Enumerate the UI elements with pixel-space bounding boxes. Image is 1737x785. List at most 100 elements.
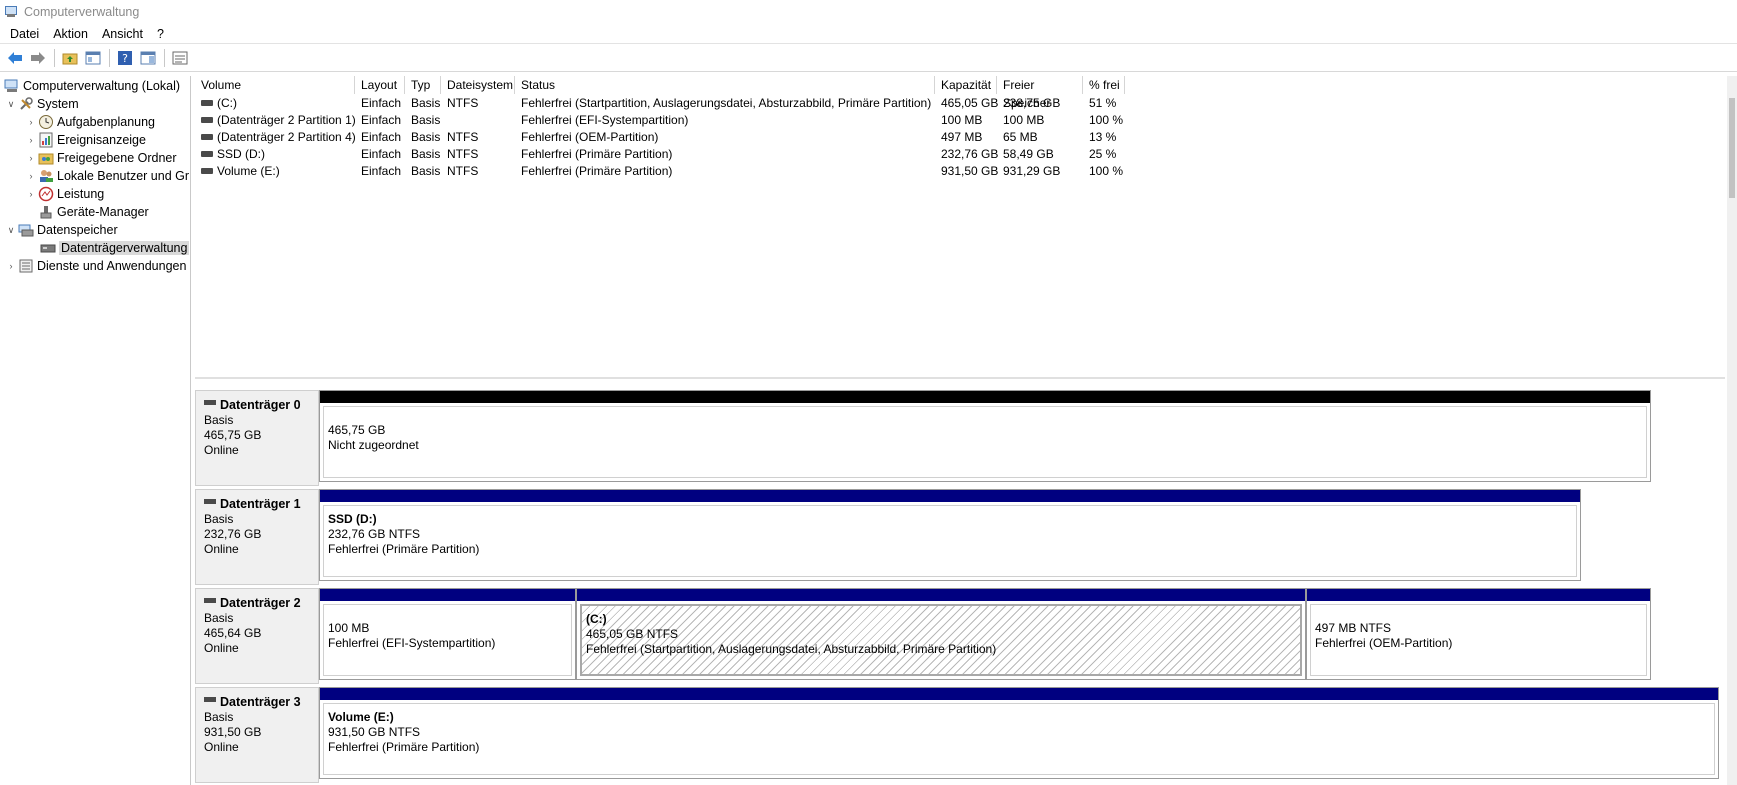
- cell-freier-speicher: 100 MB: [1003, 113, 1045, 127]
- partition-oem[interactable]: 497 MB NTFS Fehlerfrei (OEM-Partition): [1306, 588, 1651, 680]
- disk-state: Online: [204, 740, 239, 754]
- title-bar: Computerverwaltung: [0, 0, 1737, 24]
- svg-text:?: ?: [122, 52, 128, 65]
- cell-freier-speicher: 931,29 GB: [1003, 164, 1061, 178]
- table-row[interactable]: (Datenträger 2 Partition 1) Einfach Basi…: [195, 112, 1725, 129]
- table-row[interactable]: (Datenträger 2 Partition 4) Einfach Basi…: [195, 129, 1725, 146]
- partition-efi[interactable]: 100 MB Fehlerfrei (EFI-Systempartition): [319, 588, 576, 680]
- help-icon: ?: [118, 51, 132, 65]
- disk-size: 931,50 GB: [204, 725, 262, 739]
- tree-label-dienste: Dienste und Anwendungen: [37, 259, 187, 273]
- cell-dateisystem: NTFS: [447, 147, 479, 161]
- partition-c[interactable]: (C:) 465,05 GB NTFS Fehlerfrei (Startpar…: [576, 588, 1306, 680]
- cell-status: Fehlerfrei (Primäre Partition): [521, 147, 673, 161]
- tree-item-datentraegerverwaltung[interactable]: Datenträgerverwaltung: [40, 239, 190, 257]
- partition-unallocated[interactable]: 465,75 GB Nicht zugeordnet: [319, 390, 1651, 482]
- users-icon: [38, 168, 54, 184]
- cell-typ: Basis: [411, 130, 441, 144]
- help-button[interactable]: ?: [114, 47, 136, 69]
- tree-item-dienste[interactable]: › Dienste und Anwendungen: [4, 257, 187, 275]
- disk-row-1[interactable]: Datenträger 1 Basis 232,76 GB Online SSD…: [195, 489, 1725, 585]
- back-button[interactable]: [4, 47, 26, 69]
- menu-datei[interactable]: Datei: [3, 24, 46, 44]
- tree-item-leistung[interactable]: › Leistung: [24, 185, 104, 203]
- up-folder-button[interactable]: [59, 47, 81, 69]
- table-row[interactable]: SSD (D:) Einfach Basis NTFS Fehlerfrei (…: [195, 146, 1725, 163]
- cell-kapazitaet: 497 MB: [941, 130, 983, 144]
- chevron-right-icon[interactable]: ›: [24, 133, 38, 147]
- disk-row-0[interactable]: Datenträger 0 Basis 465,75 GB Online 465…: [195, 390, 1725, 486]
- chevron-right-icon[interactable]: ›: [24, 115, 38, 129]
- column-header-prozent-frei[interactable]: % frei: [1083, 76, 1125, 94]
- tree-item-root[interactable]: Computerverwaltung (Lokal): [4, 77, 180, 95]
- partition-size: 100 MB: [328, 621, 370, 635]
- chevron-right-icon[interactable]: ›: [24, 169, 38, 183]
- vertical-scrollbar[interactable]: [1727, 76, 1737, 785]
- partition-body: 465,75 GB Nicht zugeordnet: [323, 406, 1647, 478]
- tree-item-geraete-manager[interactable]: Geräte-Manager: [38, 203, 149, 221]
- column-header-typ[interactable]: Typ: [405, 76, 441, 94]
- menu-aktion[interactable]: Aktion: [46, 24, 95, 44]
- volume-icon: [201, 99, 213, 106]
- disk-state: Online: [204, 443, 239, 457]
- column-header-status[interactable]: Status: [515, 76, 935, 94]
- computer-management-icon: [4, 78, 20, 94]
- partition-bar: [320, 589, 575, 601]
- tree-label-datentraegerverwaltung: Datenträgerverwaltung: [59, 241, 190, 255]
- partition-title: SSD (D:): [328, 512, 377, 526]
- partition-ssd-d[interactable]: SSD (D:) 232,76 GB NTFS Fehlerfrei (Prim…: [319, 489, 1581, 581]
- tree-item-datenspeicher[interactable]: ∨ Datenspeicher: [4, 221, 118, 239]
- cell-status: Fehlerfrei (Primäre Partition): [521, 164, 673, 178]
- table-row[interactable]: (C:) Einfach Basis NTFS Fehlerfrei (Star…: [195, 95, 1725, 112]
- disk-info[interactable]: Datenträger 2 Basis 465,64 GB Online: [195, 588, 319, 684]
- disk-size: 232,76 GB: [204, 527, 262, 541]
- tree-label-lokale-benutzer: Lokale Benutzer und Gr: [57, 169, 190, 183]
- partition-status: Fehlerfrei (Startpartition, Auslagerungs…: [586, 642, 997, 656]
- partition-volume-e[interactable]: Volume (E:) 931,50 GB NTFS Fehlerfrei (P…: [319, 687, 1719, 779]
- cell-status: Fehlerfrei (EFI-Systempartition): [521, 113, 689, 127]
- disk-icon: [204, 499, 216, 504]
- chevron-right-icon[interactable]: ›: [24, 187, 38, 201]
- disk-name: Datenträger 1: [204, 497, 310, 512]
- disk-name: Datenträger 2: [204, 596, 310, 611]
- disk-row-2[interactable]: Datenträger 2 Basis 465,64 GB Online 100…: [195, 588, 1725, 684]
- tree-item-ereignisanzeige[interactable]: › Ereignisanzeige: [24, 131, 146, 149]
- chevron-down-icon[interactable]: ∨: [4, 223, 18, 237]
- cell-kapazitaet: 931,50 GB: [941, 164, 999, 178]
- disk-info[interactable]: Datenträger 0 Basis 465,75 GB Online: [195, 390, 319, 486]
- chevron-right-icon[interactable]: ›: [4, 259, 18, 273]
- action-pane-icon: [140, 51, 156, 65]
- toolbar-separator: [54, 49, 55, 67]
- tree-item-aufgabenplanung[interactable]: › Aufgabenplanung: [24, 113, 155, 131]
- column-header-layout[interactable]: Layout: [355, 76, 405, 94]
- chevron-right-icon[interactable]: ›: [24, 151, 38, 165]
- scrollbar-thumb[interactable]: [1729, 98, 1735, 198]
- menu-help[interactable]: ?: [150, 24, 171, 44]
- column-header-kapazitaet[interactable]: Kapazität: [935, 76, 997, 94]
- table-row[interactable]: Volume (E:) Einfach Basis NTFS Fehlerfre…: [195, 163, 1725, 180]
- column-header-volume[interactable]: Volume: [195, 76, 355, 94]
- chevron-down-icon[interactable]: ∨: [4, 97, 18, 111]
- disk-icon: [204, 598, 216, 603]
- tree-item-freigegebene-ordner[interactable]: › Freigegebene Ordner: [24, 149, 177, 167]
- disk-row-3[interactable]: Datenträger 3 Basis 931,50 GB Online Vol…: [195, 687, 1725, 783]
- tree-label-root: Computerverwaltung (Lokal): [23, 79, 181, 93]
- tree-item-lokale-benutzer[interactable]: › Lokale Benutzer und Gr: [24, 167, 190, 185]
- disk-info[interactable]: Datenträger 3 Basis 931,50 GB Online: [195, 687, 319, 783]
- disk-name-text: Datenträger 3: [220, 695, 301, 709]
- partition-status: Fehlerfrei (OEM-Partition): [1315, 636, 1453, 650]
- disk-name-text: Datenträger 1: [220, 497, 301, 511]
- partition-body: 100 MB Fehlerfrei (EFI-Systempartition): [323, 604, 572, 676]
- forward-button[interactable]: [27, 47, 49, 69]
- action-pane-button[interactable]: [137, 47, 159, 69]
- disk-info[interactable]: Datenträger 1 Basis 232,76 GB Online: [195, 489, 319, 585]
- tree-item-system[interactable]: ∨ System: [4, 95, 79, 113]
- partition-bar: [320, 688, 1718, 700]
- column-header-dateisystem[interactable]: Dateisystem: [441, 76, 515, 94]
- disk-management-icon: [40, 240, 56, 256]
- column-header-freier-speicher[interactable]: Freier Speicher: [997, 76, 1083, 110]
- show-hide-tree-button[interactable]: [82, 47, 104, 69]
- partition-body: Volume (E:) 931,50 GB NTFS Fehlerfrei (P…: [323, 703, 1715, 775]
- menu-ansicht[interactable]: Ansicht: [95, 24, 150, 44]
- properties-button[interactable]: [169, 47, 191, 69]
